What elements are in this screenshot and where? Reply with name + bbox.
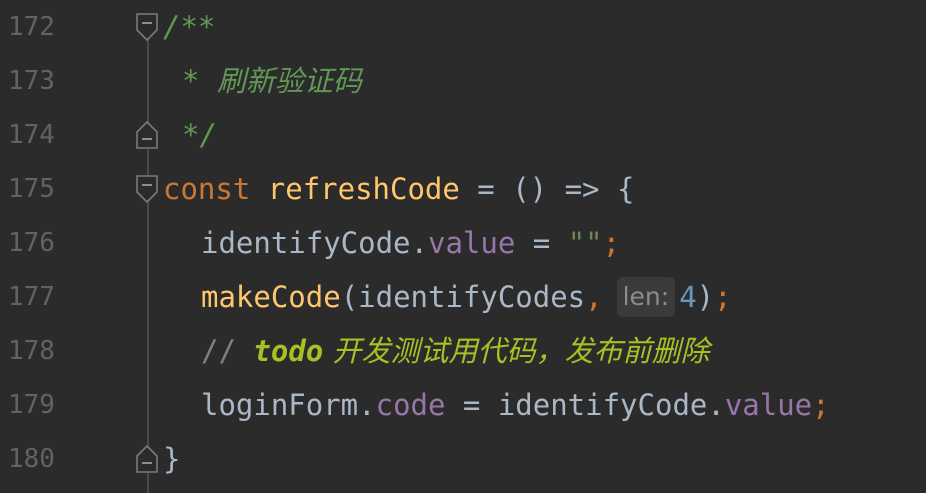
code-line-177[interactable]: 177 makeCode(identifyCodes, len: 4); bbox=[0, 270, 926, 324]
function-call: makeCode bbox=[201, 280, 341, 314]
property: value bbox=[724, 388, 813, 422]
semicolon: ; bbox=[714, 280, 732, 314]
code-text[interactable]: const refreshCode = () => { bbox=[163, 162, 634, 216]
arrow-signature: = () => { bbox=[459, 172, 635, 206]
code-line-173[interactable]: 173 * 刷新验证码 bbox=[0, 54, 926, 108]
comment-slashes: // bbox=[201, 334, 254, 368]
semicolon: ; bbox=[812, 388, 830, 422]
todo-text: 开发测试用代码，发布前删除 bbox=[323, 334, 710, 368]
fold-close-icon[interactable] bbox=[136, 121, 158, 149]
code-text[interactable]: identifyCode.value = ""; bbox=[201, 216, 620, 270]
identifier: identifyCode bbox=[497, 388, 708, 422]
dot: . bbox=[410, 226, 428, 260]
code-line-178[interactable]: 178 // todo 开发测试用代码，发布前删除 bbox=[0, 324, 926, 378]
line-number: 179 bbox=[8, 390, 55, 420]
code-line-174[interactable]: 174 */ bbox=[0, 108, 926, 162]
code-text[interactable]: } bbox=[163, 432, 180, 486]
dot: . bbox=[358, 388, 376, 422]
dot: . bbox=[707, 388, 725, 422]
line-number: 173 bbox=[8, 66, 55, 96]
todo-keyword: todo bbox=[253, 334, 324, 368]
code-line-180[interactable]: 180 } bbox=[0, 432, 926, 486]
call-args: (identifyCodes bbox=[340, 280, 586, 314]
parameter-hint: len: bbox=[616, 277, 676, 317]
line-number: 180 bbox=[8, 444, 55, 474]
semicolon: ; bbox=[602, 226, 621, 260]
doc-comment-text: 刷新验证码 bbox=[216, 64, 362, 98]
doc-comment-star: * bbox=[182, 64, 217, 98]
code-line-172[interactable]: 172 /** bbox=[0, 0, 926, 54]
code-line-176[interactable]: 176 identifyCode.value = ""; bbox=[0, 216, 926, 270]
fold-open-icon[interactable] bbox=[136, 13, 158, 41]
line-number: 175 bbox=[8, 174, 55, 204]
doc-comment-close: */ bbox=[182, 118, 217, 152]
identifier: identifyCode bbox=[201, 226, 411, 260]
assign: = bbox=[515, 226, 568, 260]
code-line-175[interactable]: 175 const refreshCode = () => { bbox=[0, 162, 926, 216]
property: value bbox=[427, 226, 516, 260]
property: code bbox=[375, 388, 446, 422]
line-number: 177 bbox=[8, 282, 55, 312]
close-paren: ) bbox=[696, 280, 715, 314]
fold-open-icon[interactable] bbox=[136, 175, 158, 203]
code-text[interactable]: // todo 开发测试用代码，发布前删除 bbox=[201, 324, 709, 378]
number-literal: 4 bbox=[679, 280, 697, 314]
code-text[interactable]: * 刷新验证码 bbox=[182, 54, 362, 108]
code-editor[interactable]: 172 /** 173 * 刷新验证码 174 */ 175 const ref… bbox=[0, 0, 926, 493]
line-number: 174 bbox=[8, 120, 55, 150]
code-text[interactable]: */ bbox=[182, 108, 217, 162]
code-text[interactable]: loginForm.code = identifyCode.value; bbox=[201, 378, 830, 432]
fold-close-icon[interactable] bbox=[136, 445, 158, 473]
closing-brace: } bbox=[163, 442, 181, 476]
line-number: 178 bbox=[8, 336, 55, 366]
code-line-179[interactable]: 179 loginForm.code = identifyCode.value; bbox=[0, 378, 926, 432]
assign: = bbox=[445, 388, 498, 422]
line-number: 172 bbox=[8, 12, 55, 42]
code-text[interactable]: /** bbox=[163, 0, 215, 54]
comma: , bbox=[585, 280, 603, 314]
string-literal: "" bbox=[567, 226, 603, 260]
function-name: refreshCode bbox=[267, 172, 460, 206]
identifier: loginForm bbox=[201, 388, 359, 422]
line-number: 176 bbox=[8, 228, 55, 258]
doc-comment-open: /** bbox=[163, 10, 216, 44]
code-text[interactable]: makeCode(identifyCodes, len: 4); bbox=[201, 270, 732, 324]
keyword-const: const bbox=[163, 172, 251, 206]
